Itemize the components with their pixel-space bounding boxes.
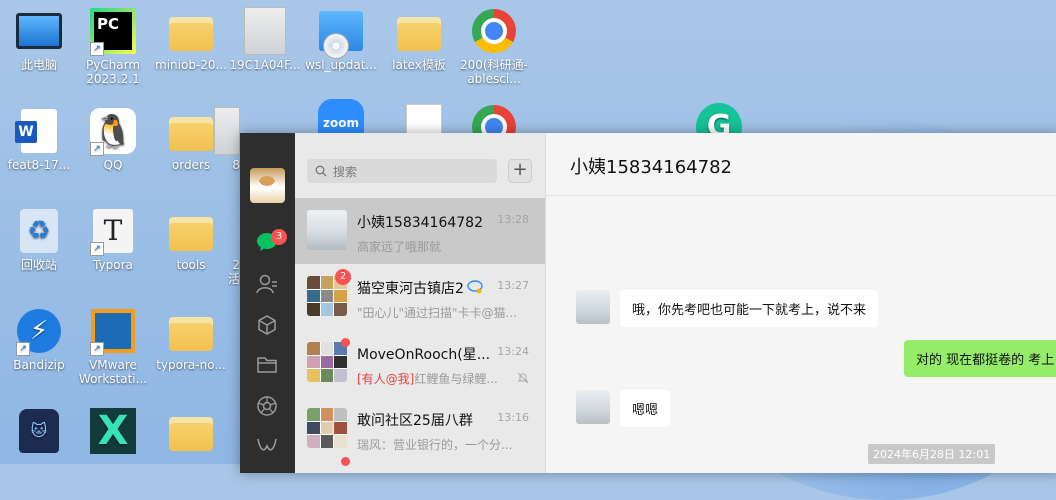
desktop-icon-recycle-bin[interactable]: ♻ 回收站 xyxy=(0,208,78,272)
chat-time: 13:28 xyxy=(497,213,529,226)
group-avatar xyxy=(307,408,347,448)
contacts-icon[interactable] xyxy=(254,271,280,297)
user-avatar[interactable] xyxy=(250,168,285,203)
chat-avatar xyxy=(307,210,347,250)
files-icon[interactable] xyxy=(254,352,280,378)
desktop-icon-miniob[interactable]: miniob-20... xyxy=(152,8,230,72)
recycle-bin-icon: ♻ xyxy=(20,209,58,253)
installer-icon xyxy=(319,11,363,59)
photo-file-icon xyxy=(244,7,286,55)
chat-item-aunt[interactable]: 小姨15834164782 13:28 高家远了哦那就 xyxy=(295,198,545,264)
desktop-icon-bandizip[interactable]: ⚡ ↗ Bandizip xyxy=(0,308,78,372)
shortcut-arrow-icon: ↗ xyxy=(16,342,30,356)
chat-time: 13:24 xyxy=(497,345,529,358)
chat-preview: "田心儿"通过扫描"卡卡@猫... xyxy=(357,306,517,320)
chat-time: 13:16 xyxy=(497,411,529,424)
new-chat-button[interactable]: + xyxy=(508,159,532,183)
message-bubble-incoming[interactable]: 嗯嗯 xyxy=(620,390,671,427)
chat-list-panel: 搜索 + 小姨15834164782 13:28 高家远了哦那就 2 猫空東河古… xyxy=(295,133,546,473)
search-box[interactable]: 搜索 xyxy=(307,159,497,183)
chat-name: 敢问社区25届八群 xyxy=(357,413,473,429)
desktop-icon-qq[interactable]: 🐧 ↗ QQ xyxy=(74,108,152,172)
chat-item-moveonrooch[interactable]: MoveOnRooch(星... 13:24 [有人@我]红鲤鱼与绿鲤... xyxy=(295,330,545,396)
shortcut-arrow-icon: ↗ xyxy=(90,142,104,156)
desktop-icon-typora[interactable]: T ↗ Typora xyxy=(74,208,152,272)
message-bubble-incoming[interactable]: 哦，你先考吧也可能一下就考上，说不来 xyxy=(620,290,879,327)
shortcut-arrow-icon: ↗ xyxy=(90,242,104,256)
unread-dot xyxy=(341,457,350,466)
favorites-icon[interactable] xyxy=(254,312,280,338)
mention-tag: [有人@我] xyxy=(357,372,415,386)
desktop-icon-chrome-ablesci[interactable]: 200(科研通-ablesci... xyxy=(455,8,533,86)
header-divider xyxy=(546,195,1056,196)
conversation-title: 小姨15834164782 xyxy=(570,157,732,178)
conversation-pane: 小姨15834164782 哦，你先考吧也可能一下就考上，说不来 对的 现在都挺… xyxy=(546,133,1056,473)
desktop-icon-vmware[interactable]: ↗ VMware Workstati... xyxy=(74,308,152,386)
moments-icon[interactable] xyxy=(254,393,280,419)
message-avatar[interactable] xyxy=(576,390,610,424)
monitor-icon xyxy=(16,13,62,49)
desktop-icon-xmind[interactable]: X xyxy=(74,408,152,458)
chat-name: MoveOnRooch(星... xyxy=(357,347,491,363)
search-icon xyxy=(315,165,327,177)
cat-app-icon: 🐱 xyxy=(19,409,59,453)
message-timestamp: 2024年6月28日 12:01 xyxy=(868,444,996,464)
word-icon: W xyxy=(15,109,57,153)
desktop-icon-partial-2[interactable]: 2 活 xyxy=(212,208,242,286)
chat-preview-text: 红鲤鱼与绿鲤... xyxy=(414,372,498,386)
search-placeholder: 搜索 xyxy=(333,164,358,179)
folder-icon xyxy=(169,317,213,351)
desktop-icon-folder-bottom[interactable] xyxy=(152,408,230,458)
message-bubble-outgoing[interactable]: 对的 现在都挺卷的 考上 xyxy=(904,340,1056,377)
desktop-icon-typora-notes[interactable]: typora-no... xyxy=(152,308,230,372)
desktop-icon-pycharm[interactable]: PC ↗ PyCharm 2023.2.1 xyxy=(74,8,152,86)
desktop-icon-partial-1[interactable]: 8 xyxy=(212,107,242,172)
shortcut-arrow-icon: ↗ xyxy=(90,342,104,356)
mute-bell-icon xyxy=(517,372,529,384)
chat-name: 猫空東河古镇店2 xyxy=(357,281,464,297)
folder-icon xyxy=(169,117,213,151)
chat-name: 小姨15834164782 xyxy=(357,215,483,231)
unread-count-badge: 2 xyxy=(335,269,351,285)
folder-icon xyxy=(397,17,441,51)
chat-item-community[interactable]: 敢问社区25届八群 13:16 瑞风：营业银行的，一个分... xyxy=(295,396,545,462)
desktop-icon-photo[interactable]: 19C1A04F... xyxy=(226,7,304,72)
chat-time: 13:27 xyxy=(497,279,529,292)
chrome-icon xyxy=(472,9,516,53)
message-avatar[interactable] xyxy=(576,290,610,324)
xmind-icon: X xyxy=(90,408,136,454)
wechat-sidebar: 3 xyxy=(240,133,295,473)
folder-icon xyxy=(169,417,213,451)
desktop-icon-word-doc[interactable]: W feat8-17... xyxy=(0,108,78,172)
chat-preview: 高家远了哦那就 xyxy=(357,240,442,254)
desktop-icon-latex[interactable]: latex模板 xyxy=(380,8,458,72)
folder-icon xyxy=(169,17,213,51)
shortcut-arrow-icon: ↗ xyxy=(90,42,104,56)
unread-dot xyxy=(341,338,350,347)
folder-icon xyxy=(169,217,213,251)
channels-icon[interactable] xyxy=(254,433,280,459)
photo-file-icon xyxy=(214,107,240,155)
service-chat-icon xyxy=(467,280,483,294)
unread-badge: 3 xyxy=(271,229,287,245)
desktop-icon-this-pc[interactable]: 此电脑 xyxy=(0,8,78,72)
group-avatar xyxy=(307,342,347,382)
chat-preview: 瑞风：营业银行的，一个分... xyxy=(357,438,513,452)
desktop-icon-cat-app[interactable]: 🐱 xyxy=(0,408,78,458)
wechat-window: 3 搜索 + 小姨15834164782 13:28 高家远了哦那就 2 猫空東… xyxy=(240,133,1056,473)
chat-preview: [有人@我]红鲤鱼与绿鲤... xyxy=(357,370,517,387)
chat-item-maokong[interactable]: 2 猫空東河古镇店2 13:27 "田心儿"通过扫描"卡卡@猫... xyxy=(295,264,545,330)
desktop-icon-wsl-update[interactable]: wsl_updat... xyxy=(302,8,380,72)
